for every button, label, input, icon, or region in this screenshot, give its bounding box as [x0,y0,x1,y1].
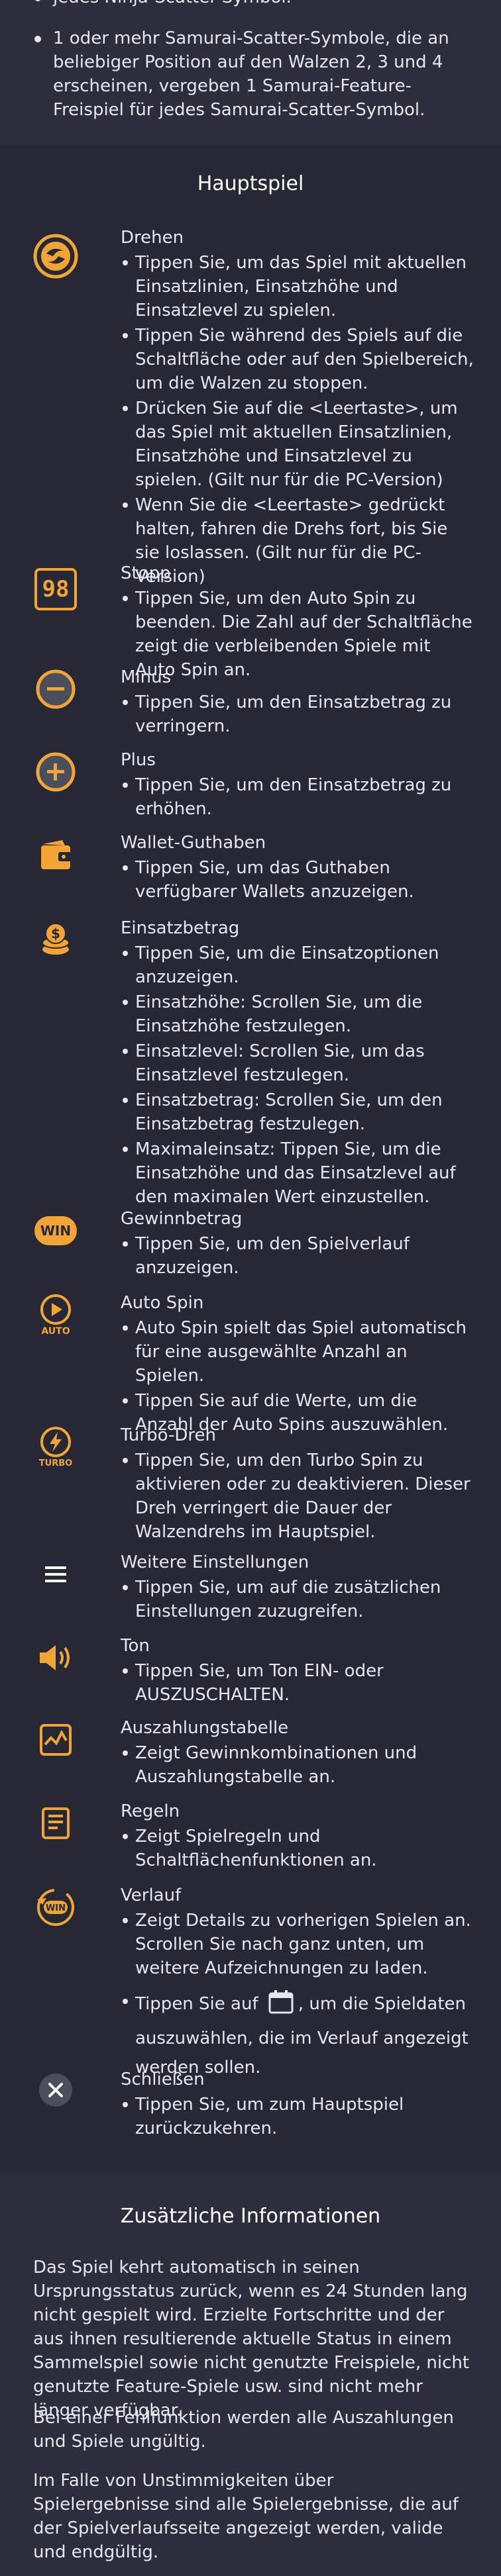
help-item-title: Plus [121,750,156,770]
help-bullet: Tippen Sie, um zum Hauptspiel zurückzuke… [121,2093,474,2140]
help-item-title: Weitere Einstellungen [121,1552,309,1572]
help-item-title: Wallet-Guthaben [121,833,266,853]
menu-icon [32,1550,80,1598]
help-bullet: Zeigt Spielregeln und Schaltflächenfunkt… [121,1825,474,1872]
auto-spin-icon: AUTO [32,1291,80,1339]
help-bullet: Maximaleinsatz: Tippen Sie, um die Einsa… [121,1137,474,1209]
history-icon: WIN [32,1884,80,1931]
help-item-title: Gewinnbetrag [121,1209,243,1229]
help-bullet: Tippen Sie, um den Einsatzbetrag zu verr… [121,691,474,738]
main-game-section: Hauptspiel Drehen Tippen Sie, um das Spi… [0,144,501,2171]
svg-text:WIN: WIN [46,1903,66,1913]
turbo-icon: TURBO [32,1423,80,1471]
coins-icon: $ [32,916,80,964]
help-bullet: Einsatzhöhe: Scrollen Sie, um die Einsat… [121,990,474,1038]
help-item-title: Schließen [121,2070,205,2089]
help-item-title: Verlauf [121,1885,182,1905]
section-title-additional-info: Zusätzliche Informationen [120,2205,381,2228]
spin-icon [32,232,80,280]
help-bullet: Tippen Sie während des Spiels auf die Sc… [121,324,474,395]
help-bullet: Drücken Sie auf die <Leertaste>, um das … [121,397,474,492]
help-item-title: Turbo-Dreh [121,1425,216,1445]
help-bullet: Tippen Sie, um den Spielverlauf anzuzeig… [121,1232,474,1280]
help-item-title: Drehen [121,228,184,248]
svg-text:$: $ [51,926,60,941]
wallet-icon [32,831,80,879]
help-bullet: Auto Spin spielt das Spiel automatisch f… [121,1316,474,1388]
rules-icon [32,1799,80,1847]
help-bullet: Einsatzbetrag: Scrollen Sie, um den Eins… [121,1088,474,1136]
scatter-rules-section: jedes Ninja-Scatter-Symbol. 1 oder mehr … [0,0,501,144]
info-paragraph-reset: Das Spiel kehrt automatisch in seinen Ur… [33,2258,470,2420]
help-bullet: Zeigt Details zu vorherigen Spielen an. … [121,1909,474,1980]
help-item-title: Auto Spin [121,1293,204,1313]
help-bullet: Tippen Sie, um auf die zusätzlichen Eins… [121,1576,474,1623]
minus-icon [32,665,80,713]
win-icon: WIN [32,1207,80,1255]
paytable-icon [32,1716,80,1764]
stop-icon: 98 [32,565,80,613]
help-item-title: Auszahlungstabelle [121,1718,289,1738]
speaker-icon [32,1634,80,1682]
plus-icon [32,748,80,796]
help-bullet: Tippen Sie, um den Turbo Spin zu aktivie… [121,1449,474,1544]
scatter-rule-ninja: jedes Ninja-Scatter-Symbol. [33,0,471,9]
help-bullet: Tippen Sie, um das Spiel mit aktuellen E… [121,251,474,322]
help-bullet: Zeigt Gewinnkombinationen und Auszahlung… [121,1741,474,1789]
help-item-title: Ton [121,1636,150,1656]
help-item-title: Regeln [121,1801,180,1821]
help-bullet: Tippen Sie, um Ton EIN- oder AUSZUSCHALT… [121,1659,474,1707]
info-paragraph-disputes: Im Falle von Unstimmigkeiten über Spiele… [33,2471,459,2562]
close-icon [32,2066,80,2114]
help-bullet: Einsatzlevel: Scrollen Sie, um das Einsa… [121,1039,474,1087]
help-bullet: Tippen Sie, um den Einsatzbetrag zu erhö… [121,773,474,821]
help-item-title: Einsatzbetrag [121,918,240,938]
info-paragraph-malfunction: Bei einer Fehlfunktion werden alle Ausza… [33,2408,454,2452]
help-item-title: Minus [121,667,172,687]
scatter-rule-samurai: 1 oder mehr Samurai-Scatter-Symbole, die… [33,26,471,122]
section-title-main-game: Hauptspiel [197,172,304,195]
help-item-title: Stopp [121,563,171,583]
calendar-icon [268,1989,294,2024]
help-bullet: Tippen Sie, um das Guthaben verfügbarer … [121,856,474,904]
additional-info-section: Zusätzliche Informationen Das Spiel kehr… [0,2171,501,2576]
help-bullet: Tippen Sie, um die Einsatzoptionen anzuz… [121,941,474,989]
